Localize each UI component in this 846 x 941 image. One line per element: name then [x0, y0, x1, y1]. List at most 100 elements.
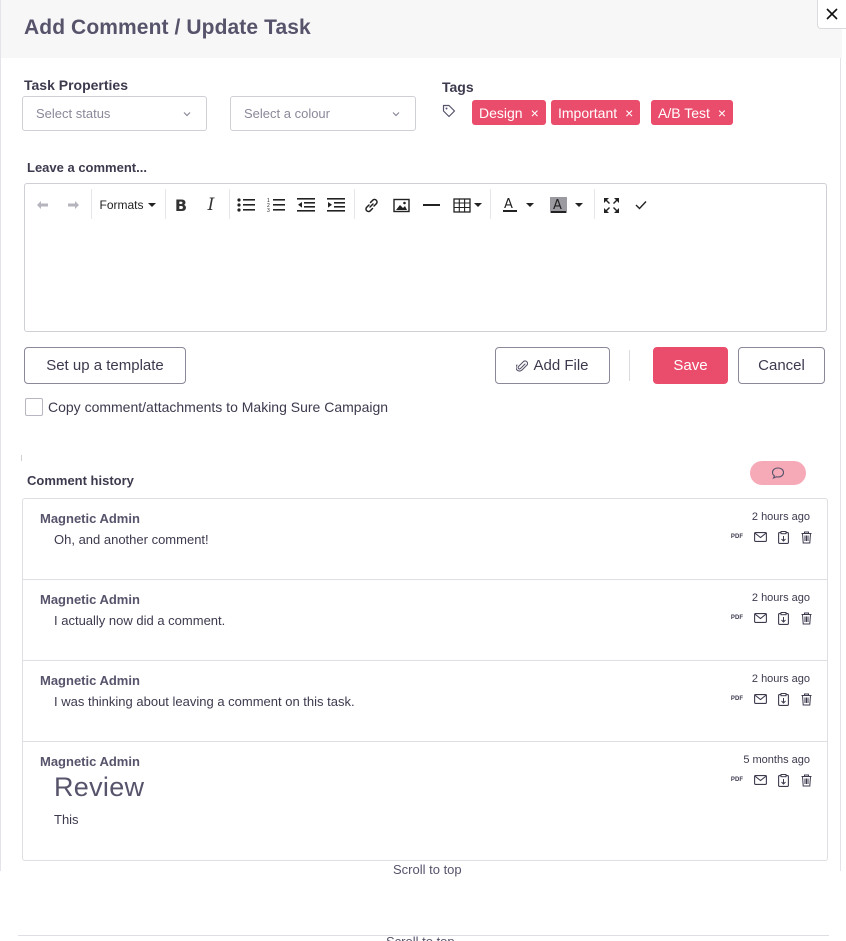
pdf-label: PDF: [730, 534, 744, 540]
colour-select[interactable]: Select a colour: [230, 96, 416, 131]
comment-heading: Review: [54, 772, 145, 802]
trash-icon[interactable]: [799, 611, 813, 625]
comment-editor[interactable]: Formats B I 123 A A: [24, 183, 827, 332]
add-file-label: Add File: [533, 357, 589, 374]
bold-icon[interactable]: B: [171, 194, 191, 216]
scroll-to-top-link-secondary[interactable]: Scroll to top: [386, 936, 455, 941]
copy-checkbox-label: Copy comment/attachments to Making Sure …: [48, 399, 389, 415]
comment-text: This: [54, 812, 79, 827]
tag-design: Design ×: [472, 100, 546, 125]
tag-icon: [442, 104, 456, 118]
chat-toggle-button[interactable]: [750, 461, 806, 485]
horizontal-rule-icon[interactable]: [421, 194, 441, 216]
modal-title: Add Comment / Update Task: [24, 16, 311, 39]
pdf-icon[interactable]: PDF: [730, 692, 744, 706]
paperclip-icon: [516, 359, 529, 372]
tag-label: Important: [558, 104, 618, 121]
checkmark-icon[interactable]: [631, 194, 651, 216]
email-icon[interactable]: [753, 692, 767, 706]
comment-author: Magnetic Admin: [40, 511, 140, 526]
undo-icon[interactable]: [34, 194, 52, 216]
email-icon[interactable]: [753, 773, 767, 787]
caret-down-icon: [526, 203, 534, 207]
tag-important: Important ×: [551, 100, 641, 125]
cancel-button[interactable]: Cancel: [738, 347, 825, 384]
trash-icon[interactable]: [799, 692, 813, 706]
chat-bubble-icon: [771, 467, 785, 479]
numbered-list-icon[interactable]: 123: [266, 194, 286, 216]
formats-dropdown[interactable]: Formats: [99, 194, 157, 216]
clipboard-icon[interactable]: [776, 611, 790, 625]
add-file-button[interactable]: Add File: [495, 347, 610, 384]
comment-time: 2 hours ago: [751, 592, 810, 604]
table-icon[interactable]: [451, 194, 483, 216]
tag-ab-test: A/B Test ×: [651, 100, 734, 125]
list-item: Magnetic Admin 2 hours ago Oh, and anoth…: [23, 499, 827, 580]
comment-text: I was thinking about leaving a comment o…: [54, 694, 355, 709]
list-item: Magnetic Admin 5 months ago Review This …: [23, 742, 827, 860]
tag-remove-icon[interactable]: ×: [625, 105, 633, 121]
save-button[interactable]: Save: [653, 347, 728, 384]
comment-modal: Add Comment / Update Task Task Propertie…: [0, 0, 842, 877]
text-color-icon[interactable]: A: [499, 194, 537, 216]
comment-text: I actually now did a comment.: [54, 613, 226, 628]
list-item: Magnetic Admin 2 hours ago I was thinkin…: [23, 661, 827, 742]
pdf-icon[interactable]: PDF: [730, 530, 744, 544]
trash-icon[interactable]: [799, 530, 813, 544]
comment-text: Oh, and another comment!: [54, 532, 209, 547]
svg-text:3: 3: [267, 208, 270, 213]
task-properties-label: Task Properties: [24, 77, 129, 93]
template-button[interactable]: Set up a template: [24, 347, 186, 384]
comment-author: Magnetic Admin: [40, 592, 140, 607]
comment-author: Magnetic Admin: [40, 754, 140, 769]
copy-checkbox[interactable]: [25, 398, 43, 416]
pdf-icon[interactable]: PDF: [730, 773, 744, 787]
pdf-label: PDF: [730, 777, 744, 783]
indent-icon[interactable]: [326, 194, 346, 216]
email-icon[interactable]: [753, 611, 767, 625]
status-select-placeholder: Select status: [36, 106, 111, 121]
italic-icon[interactable]: I: [201, 194, 221, 216]
tags-label: Tags: [442, 79, 474, 95]
tag-label: Design: [479, 104, 523, 121]
comment-history-list: Magnetic Admin 2 hours ago Oh, and anoth…: [22, 498, 828, 861]
close-icon: [826, 8, 838, 20]
redo-icon[interactable]: [64, 194, 82, 216]
pdf-label: PDF: [730, 696, 744, 702]
actions-divider: [629, 350, 630, 381]
svg-text:A: A: [504, 197, 513, 212]
status-select[interactable]: Select status: [22, 96, 207, 131]
pdf-icon[interactable]: PDF: [730, 611, 744, 625]
clipboard-icon[interactable]: [776, 692, 790, 706]
comment-time: 2 hours ago: [751, 511, 810, 523]
tag-remove-icon[interactable]: ×: [531, 105, 539, 121]
caret-down-icon: [473, 203, 482, 207]
clipboard-icon[interactable]: [776, 773, 790, 787]
comment-author: Magnetic Admin: [40, 673, 140, 688]
chevron-down-icon: [392, 112, 400, 117]
fullscreen-icon[interactable]: [601, 194, 621, 216]
clipboard-icon[interactable]: [776, 530, 790, 544]
tag-remove-icon[interactable]: ×: [718, 105, 726, 121]
comment-actions: PDF: [730, 773, 813, 787]
tag-label: A/B Test: [658, 104, 710, 121]
outdent-icon[interactable]: [296, 194, 316, 216]
formats-label: Formats: [99, 198, 144, 212]
comment-actions: PDF: [730, 692, 813, 706]
scroll-to-top-link[interactable]: Scroll to top: [393, 862, 462, 877]
modal-header: Add Comment / Update Task: [1, 0, 842, 58]
colour-select-placeholder: Select a colour: [244, 106, 330, 121]
editor-toolbar: Formats B I 123 A A: [25, 184, 826, 226]
trash-icon[interactable]: [799, 773, 813, 787]
comment-actions: PDF: [730, 611, 813, 625]
comment-time: 5 months ago: [743, 754, 810, 766]
divider-mark: [21, 455, 22, 461]
close-button[interactable]: [817, 0, 846, 29]
email-icon[interactable]: [753, 530, 767, 544]
background-color-icon[interactable]: A: [547, 194, 585, 216]
pdf-label: PDF: [730, 615, 744, 621]
comment-actions: PDF: [730, 530, 813, 544]
link-icon[interactable]: [361, 194, 381, 216]
bullet-list-icon[interactable]: [236, 194, 256, 216]
image-icon[interactable]: [391, 194, 411, 216]
